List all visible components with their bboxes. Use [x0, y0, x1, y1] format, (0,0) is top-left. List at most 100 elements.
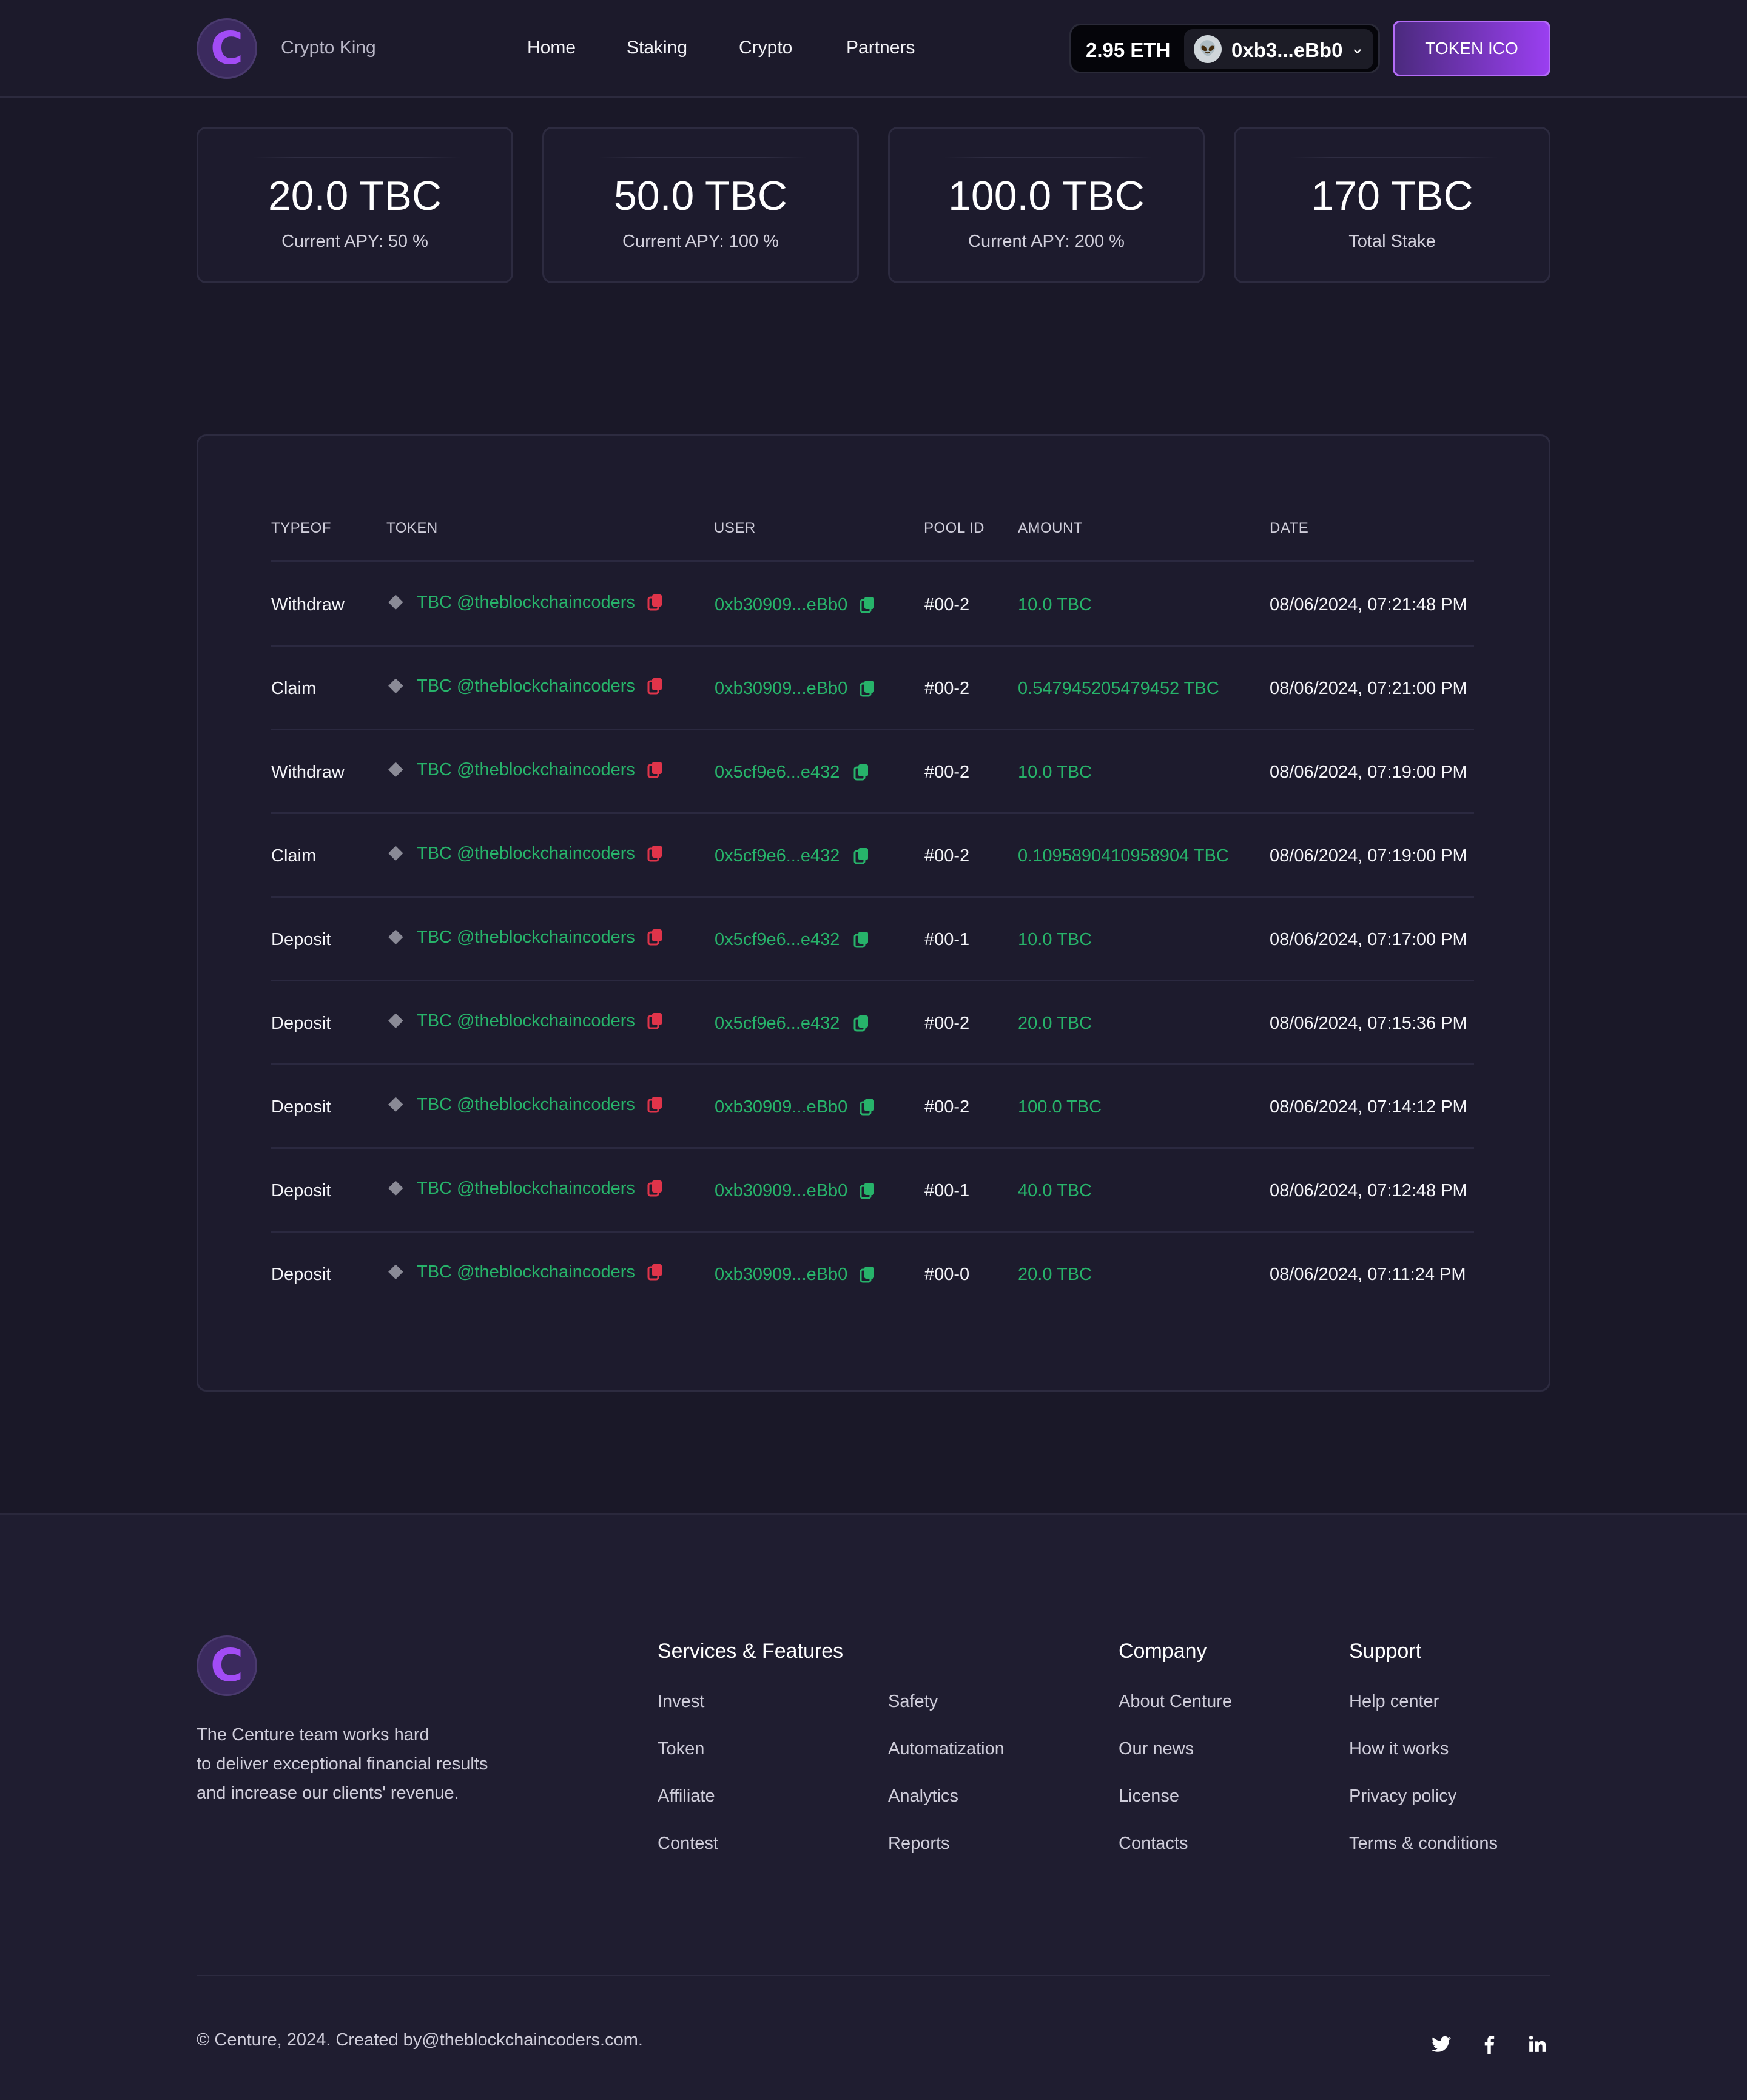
- footer-link-invest[interactable]: Invest: [658, 1692, 704, 1712]
- cell-date: 08/06/2024, 07:11:24 PM: [1270, 1265, 1466, 1284]
- copy-token-icon[interactable]: [647, 929, 663, 946]
- copy-token-icon[interactable]: [647, 1096, 663, 1113]
- cell-token[interactable]: TBC @theblockchaincoders: [417, 593, 635, 613]
- cell-user[interactable]: 0x5cf9e6...e432: [715, 930, 840, 950]
- footer-link-privacy[interactable]: Privacy policy: [1349, 1786, 1456, 1806]
- wallet-button[interactable]: 2.95 ETH 👽 0xb3...eBb0 ⌄: [1069, 24, 1380, 73]
- row-divider: [271, 1231, 1474, 1233]
- twitter-icon[interactable]: [1432, 2036, 1451, 2058]
- row-divider: [271, 896, 1474, 898]
- copy-address-icon[interactable]: [860, 1182, 875, 1199]
- cell-date: 08/06/2024, 07:21:48 PM: [1270, 595, 1467, 614]
- cell-token[interactable]: TBC @theblockchaincoders: [417, 1262, 635, 1282]
- cell-amount: 20.0 TBC: [1018, 1014, 1092, 1033]
- cell-user[interactable]: 0xb30909...eBb0: [715, 595, 847, 615]
- col-header-user: USER: [714, 520, 756, 536]
- footer-link-automatization[interactable]: Automatization: [888, 1739, 1005, 1759]
- account-pill[interactable]: 👽 0xb3...eBb0 ⌄: [1184, 29, 1373, 69]
- cell-amount: 10.0 TBC: [1018, 762, 1092, 782]
- cell-user[interactable]: 0xb30909...eBb0: [715, 1181, 847, 1201]
- cell-token[interactable]: TBC @theblockchaincoders: [417, 1011, 635, 1031]
- stat-card-pool-0: 20.0 TBC Current APY: 50 %: [197, 127, 513, 283]
- cell-token[interactable]: TBC @theblockchaincoders: [417, 760, 635, 780]
- cell-typeof: Deposit: [271, 1097, 331, 1117]
- nav-crypto[interactable]: Crypto: [739, 38, 792, 58]
- ethereum-icon: ◆: [388, 673, 403, 695]
- cell-date: 08/06/2024, 07:19:00 PM: [1270, 846, 1467, 866]
- copy-address-icon[interactable]: [853, 764, 869, 781]
- nav-staking[interactable]: Staking: [627, 38, 687, 58]
- cell-date: 08/06/2024, 07:15:36 PM: [1270, 1014, 1467, 1033]
- footer-link-contest[interactable]: Contest: [658, 1834, 718, 1854]
- footer-link-license[interactable]: License: [1119, 1786, 1179, 1806]
- cell-token[interactable]: TBC @theblockchaincoders: [417, 676, 635, 696]
- footer-link-how-it-works[interactable]: How it works: [1349, 1739, 1449, 1759]
- row-divider: [271, 812, 1474, 814]
- copy-address-icon[interactable]: [853, 931, 869, 948]
- footer-logo-icon[interactable]: C: [197, 1635, 257, 1696]
- token-ico-button[interactable]: TOKEN ICO: [1393, 21, 1550, 76]
- logo-icon[interactable]: C: [197, 18, 257, 79]
- footer-link-help-center[interactable]: Help center: [1349, 1692, 1439, 1712]
- copy-token-icon[interactable]: [647, 1264, 663, 1281]
- copy-address-icon[interactable]: [860, 596, 875, 613]
- stat-value: 170 TBC: [1311, 173, 1473, 219]
- cell-date: 08/06/2024, 07:21:00 PM: [1270, 679, 1467, 698]
- copy-address-icon[interactable]: [860, 1266, 875, 1283]
- footer-link-news[interactable]: Our news: [1119, 1739, 1194, 1759]
- cell-user[interactable]: 0x5cf9e6...e432: [715, 762, 840, 782]
- stat-value: 100.0 TBC: [948, 173, 1145, 219]
- copy-token-icon[interactable]: [647, 1012, 663, 1029]
- cell-user[interactable]: 0x5cf9e6...e432: [715, 846, 840, 866]
- cell-amount: 10.0 TBC: [1018, 595, 1092, 614]
- stat-card-pool-1: 50.0 TBC Current APY: 100 %: [542, 127, 859, 283]
- footer-link-reports[interactable]: Reports: [888, 1834, 950, 1854]
- footer-link-analytics[interactable]: Analytics: [888, 1786, 958, 1806]
- footer-link-terms[interactable]: Terms & conditions: [1349, 1834, 1498, 1854]
- col-header-amount: AMOUNT: [1018, 520, 1083, 536]
- card-divider: [1290, 157, 1498, 158]
- cell-user[interactable]: 0xb30909...eBb0: [715, 679, 847, 699]
- footer-link-contacts[interactable]: Contacts: [1119, 1834, 1188, 1854]
- copy-address-icon[interactable]: [860, 1099, 875, 1116]
- stat-card-pool-2: 100.0 TBC Current APY: 200 %: [888, 127, 1205, 283]
- facebook-icon[interactable]: [1484, 2036, 1495, 2059]
- copy-token-icon[interactable]: [647, 678, 663, 695]
- cell-pool-id: #00-2: [924, 1097, 970, 1117]
- cell-typeof: Deposit: [271, 1265, 331, 1284]
- cell-amount: 0.1095890410958904 TBC: [1018, 846, 1229, 866]
- cell-token[interactable]: TBC @theblockchaincoders: [417, 1095, 635, 1115]
- linkedin-icon[interactable]: [1529, 2036, 1546, 2058]
- ethereum-icon: ◆: [388, 1092, 403, 1114]
- cell-token[interactable]: TBC @theblockchaincoders: [417, 1179, 635, 1199]
- copy-token-icon[interactable]: [647, 1180, 663, 1197]
- footer-link-about[interactable]: About Centure: [1119, 1692, 1232, 1712]
- nav-home[interactable]: Home: [527, 38, 576, 58]
- copy-address-icon[interactable]: [853, 1015, 869, 1032]
- cell-user[interactable]: 0x5cf9e6...e432: [715, 1014, 840, 1034]
- stat-label: Current APY: 100 %: [622, 232, 779, 251]
- cell-token[interactable]: TBC @theblockchaincoders: [417, 927, 635, 947]
- copy-token-icon[interactable]: [647, 761, 663, 778]
- copy-address-icon[interactable]: [860, 680, 875, 697]
- footer-description-line: The Centure team works hard: [197, 1725, 429, 1745]
- footer-support-title: Support: [1349, 1640, 1422, 1663]
- copy-address-icon[interactable]: [853, 847, 869, 864]
- footer-link-affiliate[interactable]: Affiliate: [658, 1786, 715, 1806]
- cell-pool-id: #00-1: [924, 1181, 970, 1200]
- header-divider: [271, 560, 1474, 562]
- copy-token-icon[interactable]: [647, 845, 663, 862]
- copy-token-icon[interactable]: [647, 594, 663, 611]
- card-divider: [599, 157, 806, 158]
- footer-link-token[interactable]: Token: [658, 1739, 704, 1759]
- cell-amount: 20.0 TBC: [1018, 1265, 1092, 1284]
- nav-partners[interactable]: Partners: [846, 38, 915, 58]
- cell-user[interactable]: 0xb30909...eBb0: [715, 1265, 847, 1285]
- cell-user[interactable]: 0xb30909...eBb0: [715, 1097, 847, 1117]
- cell-token[interactable]: TBC @theblockchaincoders: [417, 844, 635, 864]
- stat-label: Current APY: 50 %: [281, 232, 428, 251]
- footer-link-safety[interactable]: Safety: [888, 1692, 938, 1712]
- cell-amount: 40.0 TBC: [1018, 1181, 1092, 1200]
- cell-amount: 0.547945205479452 TBC: [1018, 679, 1219, 698]
- stat-label: Current APY: 200 %: [968, 232, 1125, 251]
